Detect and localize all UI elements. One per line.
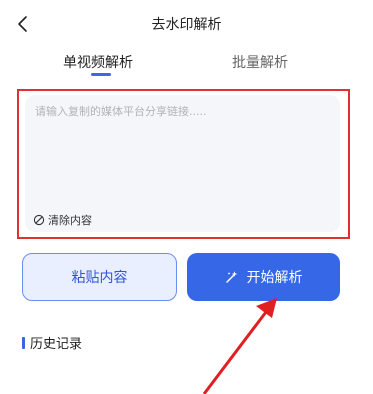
tab-bar: 单视频解析 批量解析 [0, 48, 373, 78]
magic-wand-icon [225, 271, 237, 283]
page-title: 去水印解析 [151, 17, 222, 33]
history-title: 历史记录 [30, 337, 83, 352]
active-tab-indicator [91, 73, 111, 76]
clear-button[interactable]: 清除内容 [33, 212, 92, 228]
top-bar: 去水印解析 [0, 0, 373, 48]
start-parse-button[interactable]: 开始解析 [187, 253, 340, 301]
link-input-box: 清除内容 [25, 95, 340, 232]
link-input[interactable] [33, 101, 332, 205]
history-accent-bar [22, 336, 25, 349]
clear-label: 清除内容 [48, 214, 92, 227]
history-section: 历史记录 [22, 333, 82, 352]
tab-batch[interactable]: 批量解析 [232, 52, 288, 72]
tab-single-video[interactable]: 单视频解析 [63, 52, 133, 72]
paste-label: 粘贴内容 [71, 270, 128, 286]
paste-button[interactable]: 粘贴内容 [22, 253, 177, 301]
eraser-icon [33, 214, 45, 226]
start-parse-label: 开始解析 [246, 270, 303, 286]
